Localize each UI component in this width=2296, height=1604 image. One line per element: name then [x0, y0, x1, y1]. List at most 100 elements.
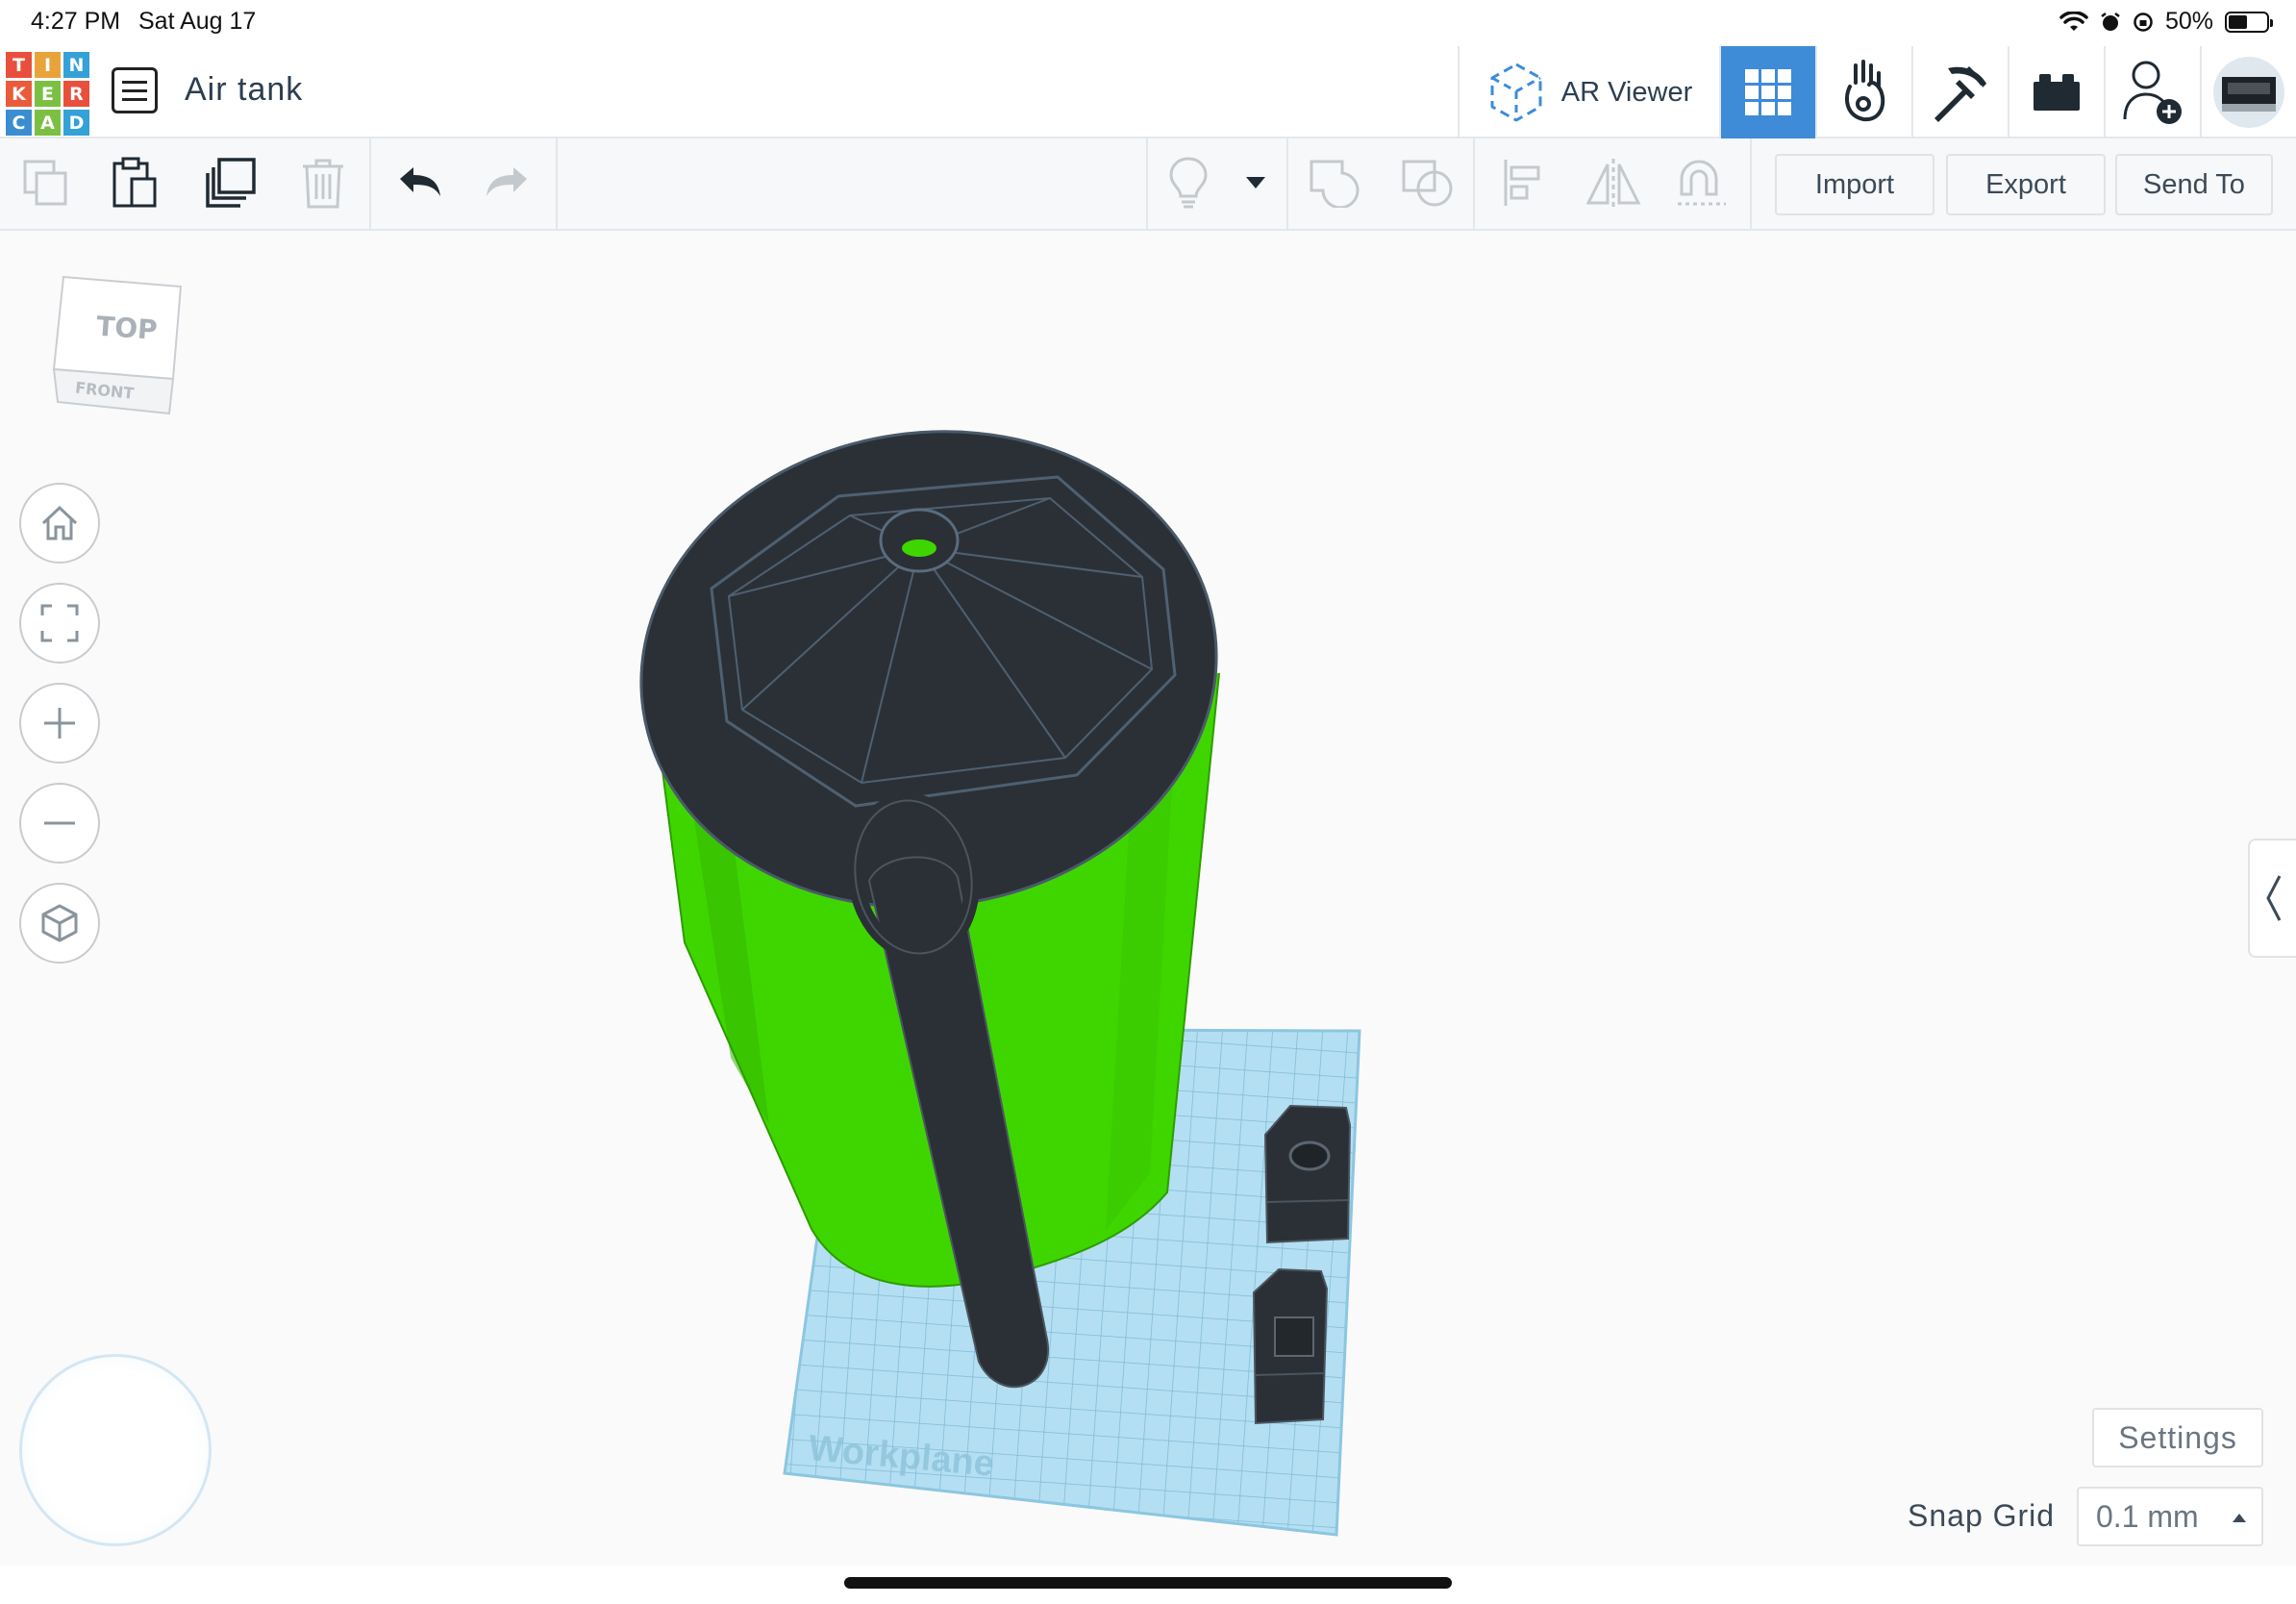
magnet-icon: [1678, 160, 1726, 206]
logo-letter: R: [63, 81, 89, 107]
group-icon: [1310, 160, 1360, 208]
ar-viewer-button[interactable]: AR Viewer: [1460, 46, 1721, 138]
logo-letter: K: [6, 81, 32, 107]
bricks-view-button[interactable]: [2009, 46, 2106, 138]
plus-icon: [44, 708, 75, 739]
toolbar-divider: [1286, 138, 1288, 231]
toolbar-divider: [1146, 138, 1148, 231]
settings-button[interactable]: Settings: [2092, 1408, 2263, 1467]
shapes-panel-toggle[interactable]: [2248, 839, 2296, 958]
brick-icon: [2034, 74, 2080, 111]
ungroup-button[interactable]: [1396, 152, 1458, 213]
status-indicators: 50%: [2059, 8, 2273, 36]
ungroup-icon: [1402, 160, 1453, 207]
duplicate-icon: [206, 158, 256, 208]
mirror-icon: [1585, 159, 1641, 207]
cruise-button[interactable]: [1671, 152, 1733, 213]
alarm-icon: [2101, 12, 2120, 31]
home-indicator[interactable]: [844, 1577, 1452, 1589]
trash-icon: [303, 159, 343, 209]
invite-user-button[interactable]: [2106, 46, 2202, 138]
tinkercad-logo[interactable]: T I N K E R C A D: [4, 50, 89, 136]
align-icon: [1504, 160, 1540, 206]
logo-letter: C: [6, 110, 32, 136]
list-icon-line: [122, 97, 147, 101]
codeblocks-view-button[interactable]: [1817, 46, 1913, 138]
logo-letter: E: [35, 81, 61, 107]
chevron-left-icon: [2266, 875, 2282, 921]
align-button[interactable]: [1492, 152, 1554, 213]
status-bar: 4:27 PM Sat Aug 17 50%: [0, 0, 2296, 46]
caret-down-icon: [1246, 177, 1265, 188]
snap-grid-select[interactable]: 0.1 mm: [2077, 1487, 2263, 1546]
copy-icon: [23, 160, 67, 206]
design-list-button[interactable]: [112, 67, 158, 113]
view-cube-shape: TOP FRONT: [52, 275, 183, 415]
header-actions: AR Viewer: [1458, 46, 2296, 138]
caret-up-icon: [2233, 1514, 2246, 1522]
blocks-hand-icon: [1845, 60, 1885, 122]
mirror-button[interactable]: [1583, 152, 1644, 213]
user-avatar-button[interactable]: [2202, 46, 2296, 138]
export-button[interactable]: Export: [1946, 154, 2106, 215]
snap-grid-label: Snap Grid: [1908, 1498, 2056, 1533]
group-button[interactable]: [1304, 152, 1365, 213]
status-time: 4:27 PM: [31, 8, 121, 35]
send-to-button[interactable]: Send To: [2115, 154, 2273, 215]
list-icon-line: [122, 80, 147, 84]
zoom-in-button[interactable]: [19, 683, 100, 764]
paste-button[interactable]: [104, 152, 165, 213]
toolbar-divider: [1473, 138, 1475, 231]
import-button[interactable]: Import: [1775, 154, 1934, 215]
view-cube-top-label[interactable]: TOP: [95, 311, 159, 346]
avatar: [2213, 57, 2284, 128]
snap-grid-value: 0.1 mm: [2096, 1498, 2199, 1534]
show-notes-button[interactable]: [1158, 152, 1219, 213]
redo-button[interactable]: [477, 152, 538, 213]
minecraft-view-button[interactable]: [1913, 46, 2009, 138]
workspace-canvas[interactable]: Workplane TOP FRONT Settings Snap Grid 0…: [0, 231, 2296, 1566]
3d-scene[interactable]: Workplane: [0, 231, 2296, 1566]
logo-letter: N: [63, 52, 89, 78]
3d-design-view-button[interactable]: [1721, 46, 1817, 138]
logo-letter: A: [35, 110, 61, 136]
status-date: Sat Aug 17: [138, 8, 257, 35]
battery-icon: [2225, 11, 2273, 33]
toolbar-divider: [369, 138, 371, 231]
redo-icon: [487, 167, 527, 196]
delete-button[interactable]: [292, 152, 354, 213]
undo-button[interactable]: [388, 152, 450, 213]
clipboard-icon: [112, 157, 157, 208]
list-icon-line: [122, 88, 147, 92]
app-header: T I N K E R C A D Air tank AR Viewer: [0, 46, 2296, 138]
connector-part[interactable]: [1252, 1267, 1329, 1425]
view-cube[interactable]: TOP FRONT: [50, 273, 185, 427]
add-user-icon: [2123, 61, 2182, 124]
home-view-button[interactable]: [19, 483, 100, 564]
logo-letter: I: [35, 52, 61, 78]
battery-percent: 50%: [2164, 8, 2213, 35]
toolbar-divider: [556, 138, 558, 231]
perspective-toggle-button[interactable]: [19, 883, 100, 964]
grid-icon: [1745, 69, 1791, 115]
cube-icon: [41, 904, 78, 942]
toolbar-divider: [1750, 138, 1752, 231]
logo-letter: T: [6, 52, 32, 78]
notes-dropdown-button[interactable]: [1229, 152, 1283, 213]
logo-letter: D: [63, 110, 89, 136]
fit-view-button[interactable]: [19, 583, 100, 664]
pickaxe-icon: [1934, 66, 1986, 122]
fit-to-view-icon: [40, 604, 79, 642]
zoom-out-button[interactable]: [19, 783, 100, 864]
edit-toolbar: Import Export Send To: [0, 138, 2296, 231]
orbit-joystick[interactable]: [19, 1354, 212, 1546]
copy-button[interactable]: [15, 152, 77, 213]
lightbulb-icon: [1169, 157, 1208, 209]
home-icon: [41, 505, 78, 540]
connector-part[interactable]: [1263, 1104, 1352, 1244]
minus-icon: [44, 821, 75, 825]
duplicate-button[interactable]: [200, 152, 262, 213]
orientation-lock-icon: [2134, 12, 2153, 32]
design-title[interactable]: Air tank: [185, 71, 303, 109]
undo-icon: [400, 167, 440, 196]
